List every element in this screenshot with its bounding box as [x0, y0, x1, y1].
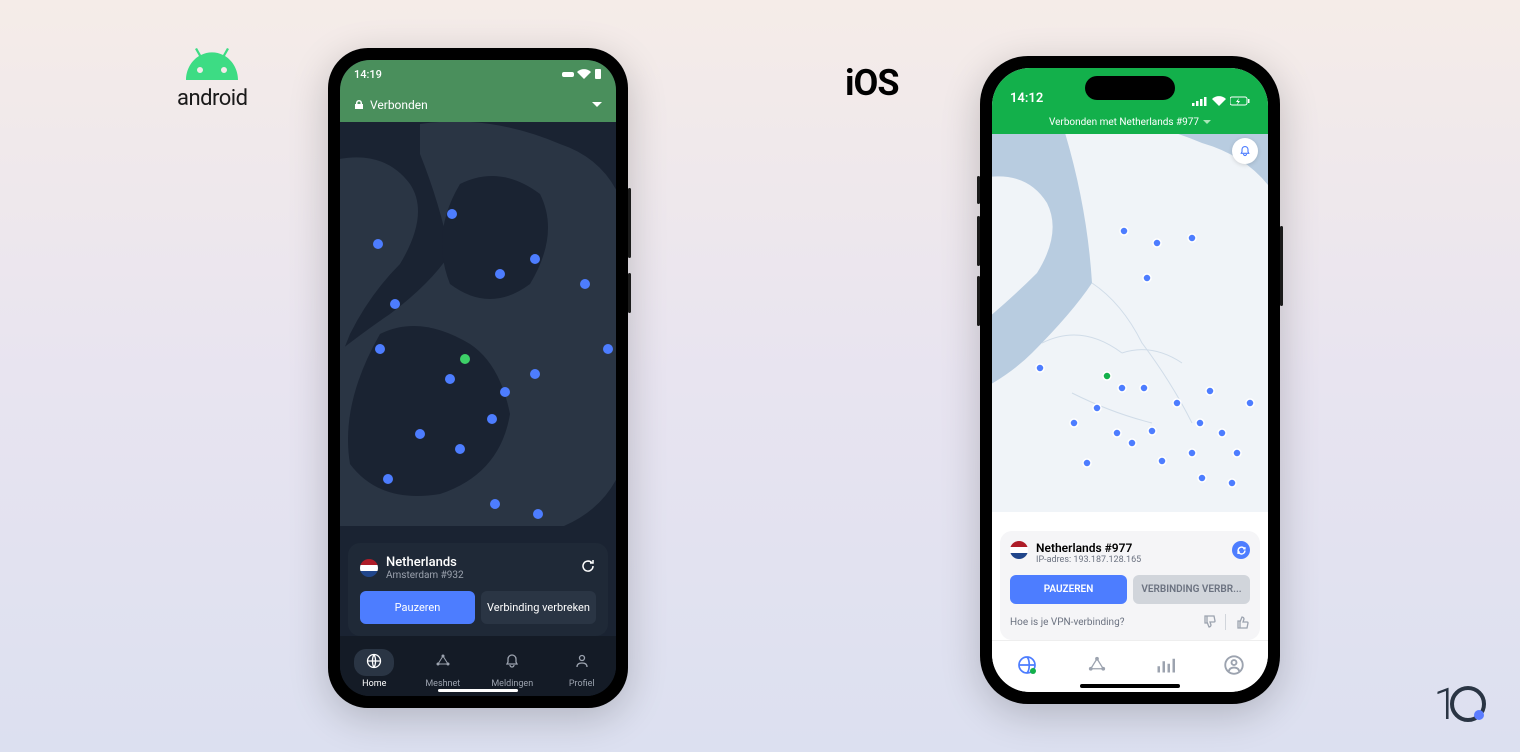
pause-button[interactable]: Pauzeren: [360, 591, 475, 624]
disconnect-button[interactable]: VERBINDING VERBR...: [1133, 575, 1250, 604]
wifi-icon: [577, 69, 591, 79]
power-button: [628, 273, 631, 313]
status-time: 14:12: [1010, 91, 1043, 106]
wifi-icon: [1212, 96, 1226, 106]
android-status-bar: 14:19: [340, 60, 616, 88]
server-country: Netherlands #977: [1036, 541, 1141, 555]
android-home-indicator: [438, 689, 518, 692]
status-icons: [562, 68, 602, 80]
chevron-down-icon: [1203, 120, 1211, 125]
nav-notifications[interactable]: Meldingen: [491, 649, 533, 689]
refresh-button[interactable]: [1232, 541, 1250, 559]
android-bottom-nav: Home Meshnet Meldingen Profiel: [340, 636, 616, 696]
ios-label: iOS: [845, 62, 899, 104]
notifications-button[interactable]: [1232, 138, 1258, 164]
volume-up-button: [977, 216, 980, 266]
bell-icon: [504, 653, 520, 669]
ios-connection-card: Netherlands #977 IP-adres: 193.187.128.1…: [1000, 531, 1260, 640]
server-name: Amsterdam #932: [386, 570, 464, 581]
netherlands-flag-icon: [1010, 541, 1028, 559]
ip-address: IP-adres: 193.187.128.165: [1036, 555, 1141, 565]
disconnect-button[interactable]: Verbinding verbreken: [481, 591, 596, 624]
ios-map[interactable]: [992, 134, 1268, 512]
ios-phone-frame: 14:12 Verbonden met Netherlands #977: [980, 56, 1280, 704]
server-country: Netherlands: [386, 555, 464, 570]
side-button: [1280, 226, 1283, 306]
netherlands-flag-icon: [360, 559, 378, 577]
pause-button[interactable]: PAUZEREN: [1010, 575, 1127, 604]
bell-icon: [1239, 145, 1251, 157]
connection-status: Verbonden: [370, 98, 428, 112]
status-icons: [1192, 96, 1250, 106]
android-text: android: [177, 86, 248, 111]
vpn-icon: [562, 69, 574, 79]
volume-down-button: [977, 276, 980, 326]
refresh-button[interactable]: [580, 558, 596, 578]
android-connection-card: Netherlands Amsterdam #932 Pauzeren Verb…: [348, 543, 608, 636]
divider: [1225, 614, 1226, 630]
nav-home[interactable]: [1016, 654, 1038, 680]
android-connection-header[interactable]: Verbonden: [340, 88, 616, 122]
profile-icon: [1224, 655, 1244, 675]
android-phone-frame: 14:19 Verbonden: [328, 48, 628, 708]
ios-home-indicator: [1080, 684, 1180, 688]
connection-status: Verbonden met Netherlands #977: [1049, 117, 1199, 128]
dynamic-island: [1085, 76, 1175, 100]
nav-profile[interactable]: [1224, 655, 1244, 679]
nav-home[interactable]: Home: [354, 649, 394, 689]
nav-meshnet[interactable]: [1087, 655, 1107, 679]
nav-profile-label: Profiel: [569, 679, 595, 689]
android-label: android: [177, 48, 248, 111]
nav-profile[interactable]: Profiel: [562, 649, 602, 689]
nav-meshnet-label: Meshnet: [425, 679, 460, 689]
meshnet-icon: [435, 653, 451, 669]
meshnet-icon: [1087, 655, 1107, 675]
nav-meshnet[interactable]: Meshnet: [423, 649, 463, 689]
chevron-down-icon: [592, 102, 602, 108]
nav-notifications-label: Meldingen: [491, 679, 533, 689]
globe-icon: [1016, 654, 1038, 676]
watermark-circle-icon: [1450, 686, 1486, 722]
android-map[interactable]: [340, 122, 616, 526]
nav-stats[interactable]: [1155, 655, 1175, 679]
profile-icon: [574, 653, 590, 669]
ios-screen: 14:12 Verbonden met Netherlands #977: [992, 68, 1268, 692]
globe-icon: [366, 653, 382, 669]
battery-icon: [594, 68, 602, 80]
android-screen: 14:19 Verbonden: [340, 60, 616, 696]
status-time: 14:19: [354, 68, 382, 81]
silent-switch: [977, 176, 980, 204]
feedback-question: Hoe is je VPN-verbinding?: [1010, 617, 1124, 628]
signal-icon: [1192, 96, 1208, 106]
volume-button: [628, 188, 631, 258]
nav-home-label: Home: [362, 679, 386, 689]
stats-icon: [1155, 655, 1175, 675]
lock-icon: [354, 100, 364, 110]
ios-connection-header[interactable]: Verbonden met Netherlands #977: [992, 110, 1268, 134]
battery-icon: [1230, 96, 1250, 106]
android-robot-icon: [183, 48, 241, 82]
thumbs-down-button[interactable]: [1201, 614, 1217, 630]
watermark-logo: 1: [1434, 678, 1486, 730]
thumbs-up-button[interactable]: [1234, 614, 1250, 630]
